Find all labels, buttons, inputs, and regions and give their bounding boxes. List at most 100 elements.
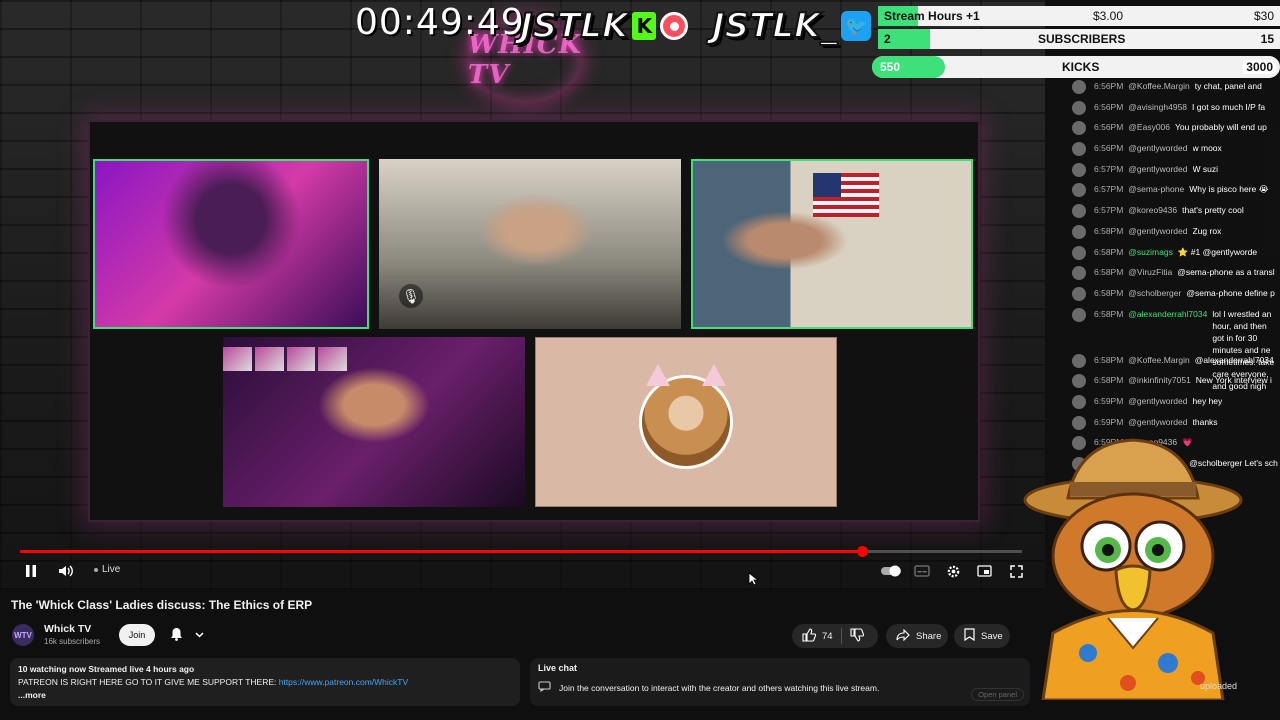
chat-message: 6:56PM @avisingh4958 I got so much I/P fa: [1062, 100, 1280, 122]
pause-icon[interactable]: [22, 561, 40, 581]
volume-icon[interactable]: [56, 561, 76, 581]
chat-username[interactable]: @Koffee.Margin: [1128, 354, 1189, 366]
chat-avatar: [1072, 100, 1086, 115]
chat-text: You probably will end up: [1175, 122, 1267, 133]
webcam-thumbnails: [223, 347, 347, 371]
chat-username[interactable]: @suzimags: [1128, 246, 1173, 258]
goal-subscribers-current: 2: [884, 32, 891, 46]
more-button[interactable]: ...more: [18, 689, 512, 702]
scrubber-handle[interactable]: [856, 546, 868, 557]
webcam-3: [691, 159, 973, 329]
chat-time: 6:58PM: [1094, 287, 1124, 298]
chat-username[interactable]: @gentlyworded: [1128, 225, 1187, 237]
chat-time: 6:56PM: [1094, 101, 1124, 112]
brand-twitter-text: JSTLK_: [711, 5, 838, 47]
patreon-link[interactable]: https://www.patreon.com/WhickTV: [279, 677, 408, 687]
chat-time: 6:58PM: [1094, 225, 1124, 236]
twitter-icon: 🐦: [841, 11, 872, 41]
chat-text: @alexanderrahl7034: [1194, 354, 1274, 365]
chat-username[interactable]: @gentlyworded: [1128, 416, 1187, 428]
chat-text: Zug rox: [1192, 225, 1222, 236]
chat-username[interactable]: @Koffee.Margin: [1128, 80, 1189, 92]
chat-username[interactable]: @inkinfinity7051: [1128, 374, 1191, 386]
live-chat-prompt-row: Join the conversation to interact with t…: [538, 681, 1022, 694]
chat-message: 6:56PM @Easy006 You probably will end up: [1062, 121, 1280, 142]
progress-played: [20, 550, 862, 553]
chat-text: I got so much I/P fa: [1192, 101, 1266, 112]
chat-message: 6:59PM @gentlyworded thanks: [1062, 415, 1280, 437]
channel-name[interactable]: Whick TV: [44, 623, 91, 635]
share-button[interactable]: Share: [886, 624, 948, 648]
chat-username[interactable]: @alexanderrahl7034: [1128, 308, 1207, 320]
chat-username[interactable]: @scholberger: [1128, 287, 1181, 299]
chat-username[interactable]: @Easy006: [1128, 121, 1170, 133]
video-player[interactable]: WHICK TV 00:49:49 JSTLK K JSTLK_ 🐦 🎙 Liv…: [0, 0, 1045, 590]
goal-subscribers: 2 SUBSCRIBERS 15: [878, 29, 1280, 49]
chat-time: 6:58PM: [1094, 375, 1124, 386]
miniplayer-icon[interactable]: [975, 561, 993, 581]
chat-bubble-icon: [538, 681, 551, 694]
chat-avatar: [1072, 204, 1086, 219]
chat-username[interactable]: @gentlyworded: [1128, 142, 1187, 154]
save-icon: [964, 628, 975, 644]
chat-username[interactable]: @ViruzFitia: [1128, 266, 1172, 278]
chat-avatar: [1072, 121, 1086, 136]
video-title: The 'Whick Class' Ladies discuss: The Et…: [11, 598, 313, 612]
cam-stage: 🎙: [88, 120, 980, 522]
live-chat-panel: Live chat Join the conversation to inter…: [530, 658, 1030, 706]
captions-icon[interactable]: [913, 561, 931, 581]
brand-kick-text: JSTLK: [519, 5, 629, 47]
chat-text: Why is pisco here 😭: [1189, 184, 1269, 195]
goal-kicks: 550 KICKS 3000: [872, 56, 1280, 78]
like-dislike-pill: 74: [792, 624, 878, 648]
goal-stream-hours-label: Stream Hours +1: [884, 9, 980, 23]
chat-avatar: [1072, 224, 1086, 239]
channel-avatar[interactable]: WTV: [12, 624, 34, 646]
save-button[interactable]: Save: [954, 624, 1010, 648]
chat-username[interactable]: @gentlyworded: [1128, 395, 1187, 407]
mouse-cursor-icon: [748, 572, 760, 590]
brand-twitter: JSTLK_ 🐦: [711, 5, 872, 47]
gear-icon[interactable]: [944, 561, 962, 581]
record-icon: [660, 12, 689, 40]
live-dot: [94, 567, 98, 572]
live-indicator[interactable]: Live: [94, 564, 120, 575]
webcam-5-avatar: [535, 337, 837, 507]
share-label: Share: [916, 630, 942, 642]
chat-avatar: [1072, 245, 1086, 260]
chat-text: ⭐ #1 @gentlyworde: [1177, 246, 1258, 257]
chat-time: 6:56PM: [1094, 81, 1124, 91]
chat-time: 6:59PM: [1094, 416, 1124, 427]
chat-avatar: [1072, 142, 1086, 157]
chat-username[interactable]: @gentlyworded: [1128, 163, 1187, 175]
join-button[interactable]: Join: [119, 624, 155, 646]
description-text: PATREON IS RIGHT HERE GO TO IT GIVE ME S…: [18, 677, 279, 687]
stream-timer: 00:49:49: [355, 2, 525, 43]
chat-time: 6:58PM: [1094, 354, 1124, 365]
notification-bell-button[interactable]: [170, 626, 210, 644]
goal-stream-hours: Stream Hours +1 $3.00 $30: [878, 6, 1280, 26]
thumbs-up-icon[interactable]: [802, 627, 817, 645]
chat-username[interactable]: @koreo9436: [1128, 204, 1177, 216]
chat-time: 6:56PM: [1094, 143, 1124, 154]
chat-message: 6:58PM @Koffee.Margin @alexanderrahl7034: [1062, 353, 1280, 375]
open-panel-button[interactable]: Open panel: [971, 688, 1024, 701]
chat-message: 6:58PM @alexanderrahl7034 lol I wrestled a…: [1062, 307, 1280, 391]
parrot-mascot-image: [1008, 438, 1258, 702]
chat-text: ty chat, panel and: [1194, 81, 1262, 91]
autoplay-toggle-icon[interactable]: [880, 561, 902, 581]
chat-avatar: [1072, 286, 1086, 301]
thumbs-down-icon[interactable]: [850, 627, 864, 645]
description-box[interactable]: 10 watching now Streamed live 4 hours ag…: [10, 658, 520, 706]
description-meta: 10 watching now Streamed live 4 hours ag…: [18, 664, 195, 674]
chat-username[interactable]: @avisingh4958: [1128, 101, 1187, 113]
chat-text: hey hey: [1192, 395, 1223, 406]
chevron-down-icon: [195, 629, 204, 641]
chat-message: 6:58PM @gentlyworded Zug rox: [1062, 224, 1280, 246]
chat-username[interactable]: @sema-phone: [1128, 183, 1184, 195]
chat-text: that's pretty cool: [1182, 205, 1244, 216]
goal-stream-hours-current: $3.00: [1093, 9, 1124, 23]
chat-text: New York interview i: [1195, 375, 1272, 386]
webcam-2: 🎙: [379, 159, 681, 329]
progress-bar[interactable]: [20, 546, 1022, 557]
